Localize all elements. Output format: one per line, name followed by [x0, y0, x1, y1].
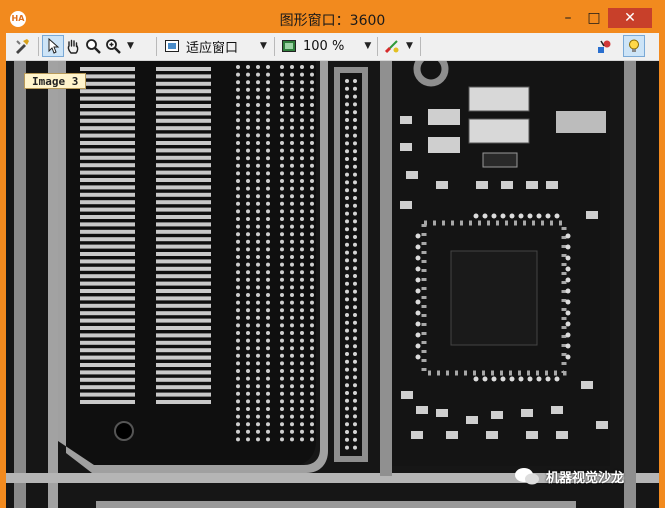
- toolbar-separator: [377, 37, 378, 56]
- title-bar[interactable]: HA 图形窗口：3600 – □ ✕: [0, 0, 665, 33]
- fit-mode-chevron-icon[interactable]: ▼: [260, 41, 267, 51]
- zoom-level-chevron-icon[interactable]: ▼: [364, 41, 371, 51]
- wechat-icon: [515, 468, 539, 485]
- color-brush-icon: [382, 36, 402, 56]
- fit-mode-label: 适应窗口: [186, 40, 239, 56]
- toolbar-nav-group: ▼: [42, 35, 134, 57]
- color-chevron-icon[interactable]: ▼: [406, 41, 413, 51]
- zoom-view-icon: [279, 36, 299, 56]
- watermark-text: 机器视觉沙龙: [546, 470, 625, 486]
- toolbar-right-group: [594, 35, 645, 57]
- image-viewport[interactable]: Image 3 机器视觉沙龙: [6, 61, 659, 508]
- lightbulb-icon[interactable]: [623, 35, 645, 57]
- toolbar-separator: [274, 37, 275, 56]
- close-button[interactable]: ✕: [608, 8, 652, 28]
- watermark: 机器视觉沙龙: [514, 466, 624, 486]
- toolbar: ▼ 适应窗口 ▼ 100 % ▼ ▼: [6, 33, 659, 61]
- graphics-window: HA 图形窗口：3600 – □ ✕ ▼ 适应窗口 ▼ 100 % ▼ ▼ Im…: [0, 0, 665, 508]
- toolbar-separator: [38, 37, 39, 56]
- minimize-button[interactable]: –: [554, 8, 582, 28]
- toolbar-left-group: [12, 36, 32, 56]
- hand-pan-icon[interactable]: [63, 36, 83, 56]
- tools-icon[interactable]: [12, 36, 32, 56]
- fit-mode-dropdown[interactable]: 适应窗口 ▼: [162, 36, 267, 56]
- graphics-stack-icon[interactable]: [594, 36, 614, 56]
- pointer-icon[interactable]: [42, 35, 64, 57]
- color-dropdown[interactable]: ▼: [382, 36, 413, 56]
- toolbar-separator: [156, 37, 157, 56]
- toolbar-separator: [420, 37, 421, 56]
- image-label-badge: Image 3: [24, 73, 87, 89]
- maximize-button[interactable]: □: [580, 8, 608, 28]
- pcb-image: [6, 61, 659, 508]
- zoom-dropdown-chevron-icon[interactable]: ▼: [127, 41, 134, 51]
- zoom-level-label: 100 %: [303, 38, 345, 54]
- zoom-in-icon[interactable]: [103, 36, 123, 56]
- zoom-level-dropdown[interactable]: 100 % ▼: [279, 36, 371, 56]
- fit-window-icon: [162, 36, 182, 56]
- magnifier-icon[interactable]: [83, 36, 103, 56]
